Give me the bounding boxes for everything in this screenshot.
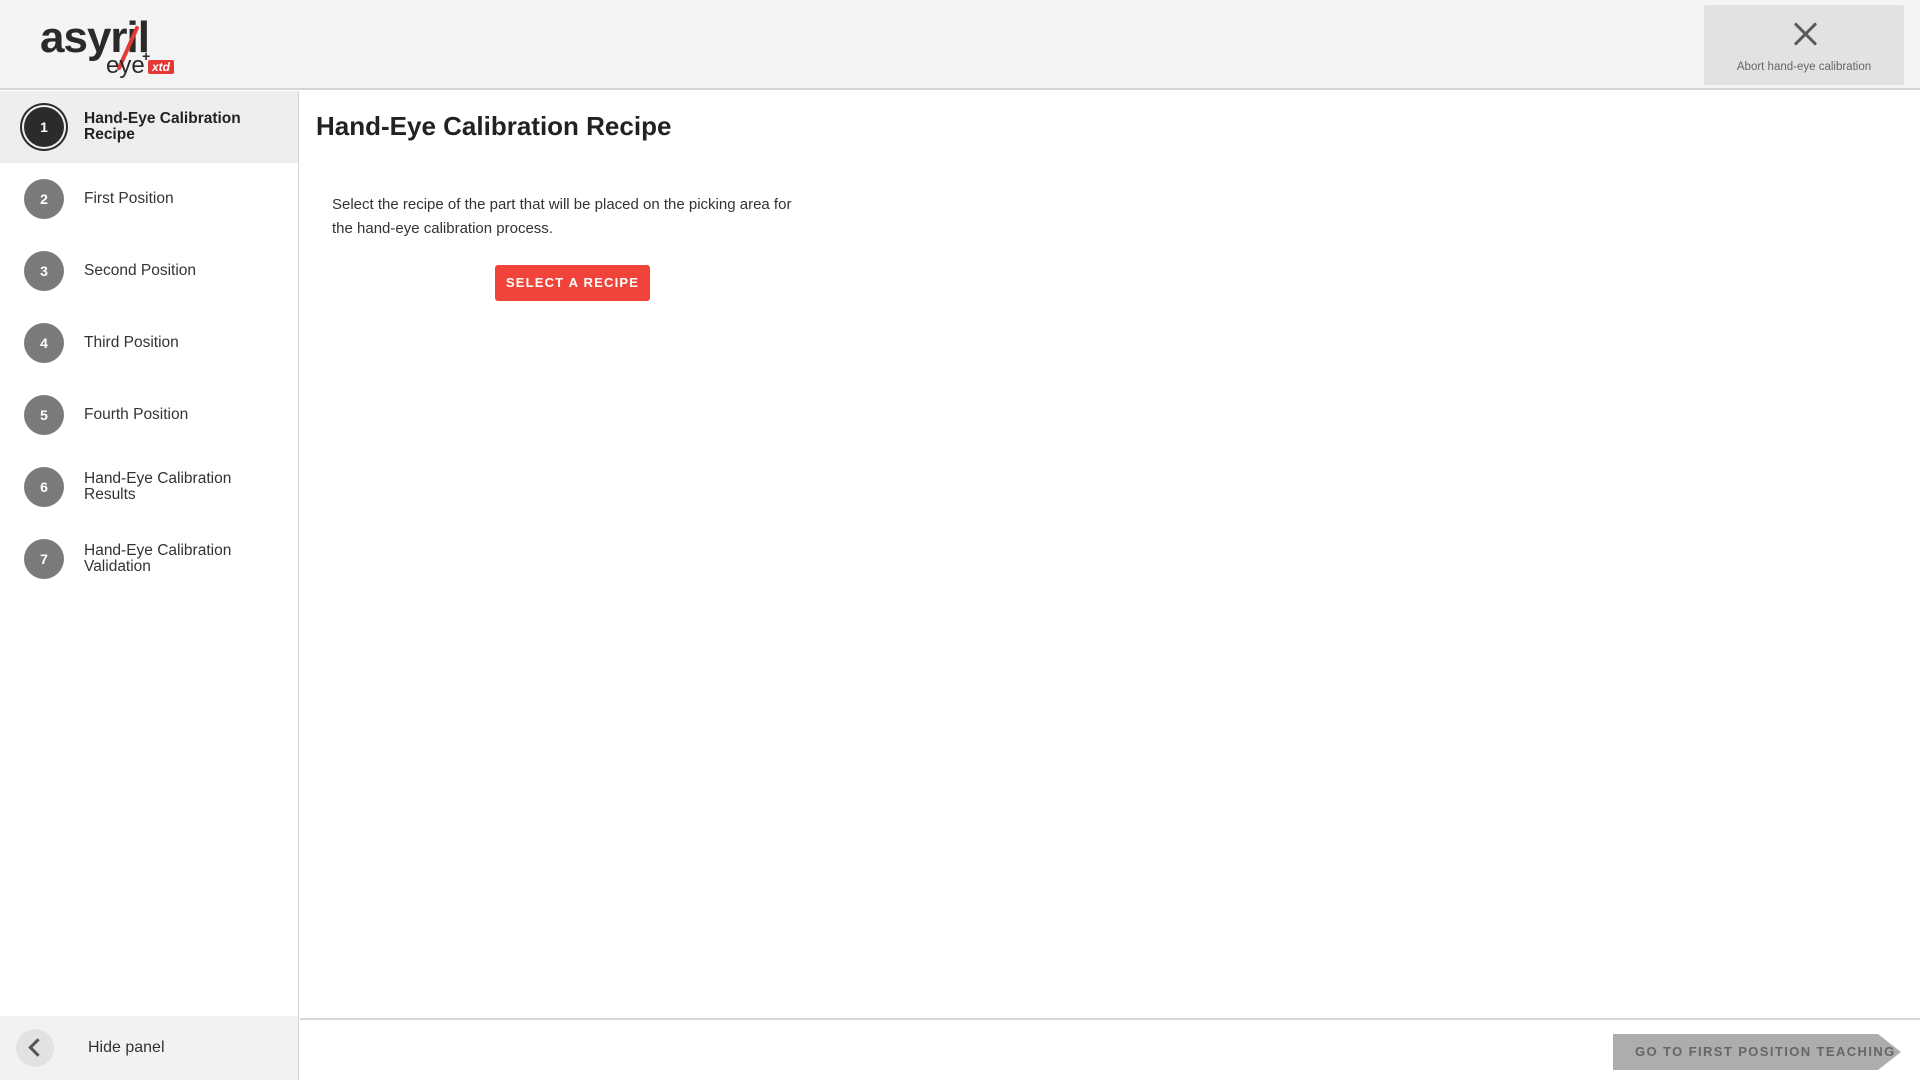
abort-calibration-button[interactable]: Abort hand-eye calibration bbox=[1704, 5, 1904, 85]
step-number-badge: 5 bbox=[24, 395, 64, 435]
logo-eye-text: eye bbox=[106, 52, 145, 79]
main-content: Hand-Eye Calibration Recipe Select the r… bbox=[300, 91, 1920, 1018]
step-number-badge: 4 bbox=[24, 323, 64, 363]
step-label: Fourth Position bbox=[84, 406, 189, 423]
step-number-badge: 2 bbox=[24, 179, 64, 219]
step-label: Hand-Eye Calibration Recipe bbox=[84, 110, 241, 143]
hide-panel-label: Hide panel bbox=[88, 1039, 165, 1056]
step-item-third-position[interactable]: 4 Third Position bbox=[0, 307, 298, 379]
wizard-footer: GO TO FIRST POSITION TEACHING bbox=[300, 1018, 1920, 1080]
step-item-first-position[interactable]: 2 First Position bbox=[0, 163, 298, 235]
step-description: Select the recipe of the part that will … bbox=[332, 196, 792, 237]
step-label: Third Position bbox=[84, 334, 179, 351]
select-recipe-button[interactable]: SELECT A RECIPE bbox=[495, 265, 650, 301]
step-item-calibration-validation[interactable]: 7 Hand-Eye Calibration Validation bbox=[0, 523, 298, 595]
step-item-calibration-results[interactable]: 6 Hand-Eye Calibration Results bbox=[0, 451, 298, 523]
step-item-second-position[interactable]: 3 Second Position bbox=[0, 235, 298, 307]
step-number-badge: 1 bbox=[24, 107, 64, 147]
step-label: Hand-Eye Calibration Validation bbox=[84, 542, 232, 575]
step-label: First Position bbox=[84, 190, 174, 207]
app-header: asyril eye + xtd Abort hand-eye calibrat… bbox=[0, 0, 1920, 90]
asyril-logo: asyril eye + xtd bbox=[40, 16, 180, 78]
step-number-badge: 3 bbox=[24, 251, 64, 291]
steps-sidebar: 1 Hand-Eye Calibration Recipe 2 First Po… bbox=[0, 91, 299, 1080]
close-icon bbox=[1792, 21, 1818, 47]
hide-panel-button[interactable]: Hide panel bbox=[0, 1016, 298, 1080]
go-to-first-position-button[interactable]: GO TO FIRST POSITION TEACHING bbox=[1613, 1034, 1901, 1070]
step-number-badge: 6 bbox=[24, 467, 64, 507]
step-label: Second Position bbox=[84, 262, 197, 279]
page-title: Hand-Eye Calibration Recipe bbox=[316, 111, 672, 141]
chevron-left-icon bbox=[16, 1029, 54, 1067]
step-label: Hand-Eye Calibration Results bbox=[84, 470, 232, 503]
step-item-recipe[interactable]: 1 Hand-Eye Calibration Recipe bbox=[0, 91, 298, 163]
step-number-badge: 7 bbox=[24, 539, 64, 579]
step-item-fourth-position[interactable]: 5 Fourth Position bbox=[0, 379, 298, 451]
logo-xtd-badge: xtd bbox=[148, 60, 174, 74]
abort-calibration-label: Abort hand-eye calibration bbox=[1736, 61, 1872, 73]
